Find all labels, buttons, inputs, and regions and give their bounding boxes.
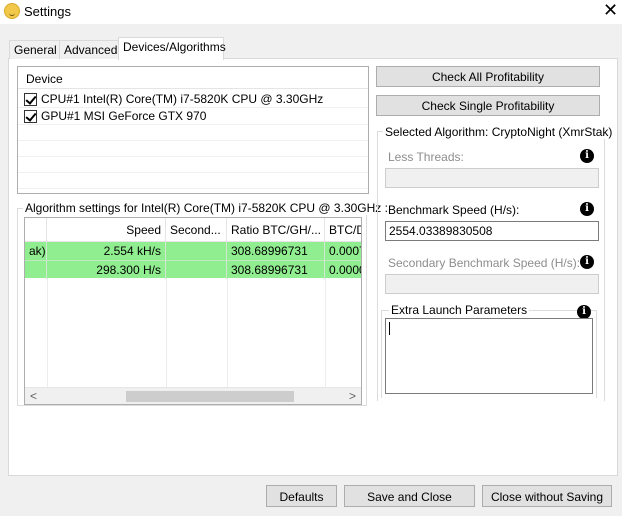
device-empty-row — [18, 173, 368, 189]
selected-algorithm-title: Selected Algorithm: CryptoNight (XmrStak… — [383, 125, 615, 139]
info-icon[interactable]: i — [580, 149, 594, 163]
benchmark-speed-input[interactable]: 2554.03389830508 — [385, 221, 599, 241]
grid-cell-speed: 2.554 kH/s — [47, 242, 166, 260]
tab-devices-algorithms[interactable]: Devices/Algorithms — [118, 37, 226, 60]
device-checkbox-gpu[interactable] — [24, 110, 37, 123]
window-title: Settings — [24, 4, 71, 19]
text-caret — [389, 322, 390, 335]
scroll-thumb[interactable] — [126, 391, 294, 402]
horizontal-scrollbar[interactable]: < > — [25, 387, 361, 404]
device-row-cpu[interactable]: CPU#1 Intel(R) Core(TM) i7-5820K CPU @ 3… — [18, 91, 368, 108]
extra-launch-textarea[interactable] — [385, 318, 593, 394]
grid-header-secondary[interactable]: Second... — [166, 218, 227, 242]
grid-column-divider — [47, 278, 48, 388]
title-bar — [0, 0, 622, 24]
check-all-profitability-button[interactable]: Check All Profitability — [376, 66, 600, 87]
device-row-gpu[interactable]: GPU#1 MSI GeForce GTX 970 — [18, 108, 368, 125]
secondary-benchmark-input[interactable] — [385, 274, 599, 294]
grid-cell-name — [25, 261, 47, 279]
grid-header-speed[interactable]: Speed — [47, 218, 166, 242]
table-row[interactable]: 298.300 H/s 308.68996731 0.0000 — [25, 260, 361, 279]
check-single-profitability-button[interactable]: Check Single Profitability — [376, 95, 600, 116]
device-empty-row — [18, 125, 368, 141]
algorithm-grid[interactable]: Speed Second... Ratio BTC/GH/... BTC/D a… — [24, 217, 362, 405]
grid-header-ratio[interactable]: Ratio BTC/GH/... — [227, 218, 325, 242]
grid-column-divider — [325, 278, 326, 388]
grid-cell-secondary — [166, 242, 227, 260]
device-empty-row — [18, 141, 368, 157]
grid-column-divider — [166, 278, 167, 388]
tab-advanced[interactable]: Advanced — [59, 40, 123, 59]
grid-column-divider — [227, 278, 228, 388]
less-threads-label: Less Threads: — [388, 150, 464, 164]
device-empty-row — [18, 157, 368, 173]
scroll-left-icon[interactable]: < — [25, 388, 42, 404]
device-list[interactable]: Device CPU#1 Intel(R) Core(TM) i7-5820K … — [17, 66, 369, 194]
extra-launch-label: Extra Launch Parameters — [389, 303, 530, 317]
defaults-button[interactable]: Defaults — [266, 485, 337, 507]
grid-cell-speed: 298.300 H/s — [47, 261, 166, 279]
less-threads-input[interactable] — [385, 168, 599, 188]
grid-cell-btc: 0.0000 — [329, 263, 361, 277]
app-logo-icon — [4, 3, 20, 19]
info-icon[interactable]: i — [580, 255, 594, 269]
grid-header-name[interactable] — [25, 218, 47, 242]
grid-cell-name: ak) — [25, 242, 47, 260]
table-row[interactable]: ak) 2.554 kH/s 308.68996731 0.0007 — [25, 242, 361, 260]
grid-cell-ratio: 308.68996731 — [227, 261, 325, 279]
device-label-cpu: CPU#1 Intel(R) Core(TM) i7-5820K CPU @ 3… — [41, 92, 324, 106]
grid-cell-secondary — [166, 261, 227, 279]
save-and-close-button[interactable]: Save and Close — [344, 485, 475, 507]
grid-cell-ratio: 308.68996731 — [227, 242, 325, 260]
scroll-right-icon[interactable]: > — [344, 388, 361, 404]
grid-header-btc[interactable]: BTC/D — [325, 218, 361, 242]
info-icon[interactable]: i — [580, 202, 594, 216]
device-checkbox-cpu[interactable] — [24, 93, 37, 106]
close-icon[interactable]: ✕ — [603, 1, 618, 19]
grid-cell-btc: 0.0007 — [329, 244, 361, 258]
device-list-header: Device — [18, 67, 368, 89]
secondary-benchmark-label: Secondary Benchmark Speed (H/s): — [388, 256, 581, 270]
close-without-saving-button[interactable]: Close without Saving — [482, 485, 612, 507]
algorithm-settings-title: Algorithm settings for Intel(R) Core(TM)… — [23, 201, 390, 215]
benchmark-speed-label: Benchmark Speed (H/s): — [388, 203, 520, 217]
tab-general[interactable]: General — [9, 40, 62, 59]
info-icon[interactable]: i — [577, 305, 591, 319]
device-label-gpu: GPU#1 MSI GeForce GTX 970 — [41, 109, 207, 123]
